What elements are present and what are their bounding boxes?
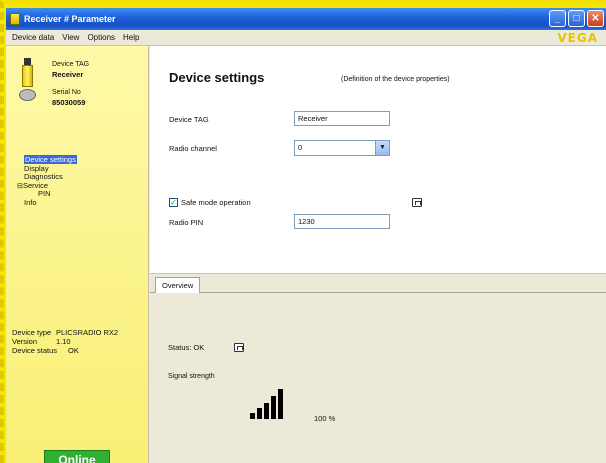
status-text: Status: OK [168, 343, 205, 352]
device-type-value: PLICSRADIO RX2 [56, 328, 119, 337]
window-title: Receiver # Parameter [24, 14, 116, 24]
signal-strength-icon [250, 389, 290, 419]
signal-bar [278, 389, 283, 419]
device-type-row: Device type PLICSRADIO RX2 [12, 328, 118, 337]
page-title: Device settings [169, 70, 265, 85]
signal-bar [250, 413, 255, 419]
signal-strength-value: 100 % [314, 414, 336, 423]
online-status-badge: Online [44, 450, 110, 463]
menu-options[interactable]: Options [83, 33, 119, 42]
safe-mode-row: ✓ Safe mode operation [169, 198, 251, 207]
status-help-icon[interactable] [234, 343, 244, 352]
version-value: 1.10 [56, 337, 71, 346]
signal-strength-label: Signal strength [168, 373, 215, 380]
device-tag-label: Device TAG [52, 61, 90, 68]
page-description: (Definition of the device properties) [341, 76, 450, 83]
tab-bar: Overview [150, 273, 606, 294]
device-type-label: Device type [12, 328, 52, 337]
radio-channel-value: 0 [298, 143, 303, 152]
maximize-button[interactable]: □ [568, 10, 585, 27]
menu-bar: Device data View Options Help VEGA [6, 30, 606, 46]
menu-device-data[interactable]: Device data [8, 33, 58, 42]
serial-value: 85030059 [52, 98, 86, 107]
main-content: Device settings (Definition of the devic… [150, 46, 606, 463]
menu-help[interactable]: Help [119, 33, 143, 42]
tab-overview[interactable]: Overview [155, 277, 201, 294]
device-status-row: Device status OK [12, 346, 79, 355]
sidebar: Device TAG Receiver Serial No 85030059 D… [6, 46, 149, 463]
brand-logo: VEGA [557, 31, 598, 45]
version-row: Version 1.10 [12, 337, 71, 346]
sensor-device-icon [19, 58, 37, 106]
serial-label: Serial No [52, 89, 81, 96]
close-button[interactable]: ✕ [587, 10, 604, 27]
version-label: Version [12, 337, 38, 346]
overview-panel: Status: OK Signal strength 100 % [150, 293, 606, 463]
title-bar[interactable]: Receiver # Parameter _ □ ✕ [6, 8, 606, 30]
menu-view[interactable]: View [58, 33, 83, 42]
device-tag-value: Receiver [52, 70, 84, 79]
signal-bar [257, 408, 262, 419]
app-icon [10, 13, 20, 25]
settings-nav: Device settings Display Diagnostics ⊟Ser… [17, 155, 77, 208]
device-status-value: OK [68, 346, 79, 355]
device-tag-field-label: Device TAG [169, 115, 209, 124]
radio-channel-label: Radio channel [169, 144, 217, 153]
device-tag-input[interactable]: Receiver [294, 111, 390, 126]
signal-bar [264, 403, 269, 419]
window-controls: _ □ ✕ [549, 10, 604, 27]
safe-mode-checkbox[interactable]: ✓ [169, 198, 178, 207]
help-icon[interactable] [412, 198, 422, 207]
radio-pin-input[interactable]: 1230 [294, 214, 390, 229]
radio-channel-select[interactable]: 0 ▼ [294, 140, 390, 156]
safe-mode-label: Safe mode operation [181, 198, 251, 207]
device-status-label: Device status [12, 346, 58, 355]
device-settings-panel: Device settings (Definition of the devic… [150, 46, 606, 264]
radio-pin-label: Radio PIN [169, 218, 204, 227]
minimize-button[interactable]: _ [549, 10, 566, 27]
chevron-down-icon[interactable]: ▼ [375, 141, 389, 155]
nav-item-info[interactable]: Info [24, 198, 77, 208]
signal-bar [271, 396, 276, 419]
app-window: Receiver # Parameter _ □ ✕ Device data V… [6, 8, 606, 463]
